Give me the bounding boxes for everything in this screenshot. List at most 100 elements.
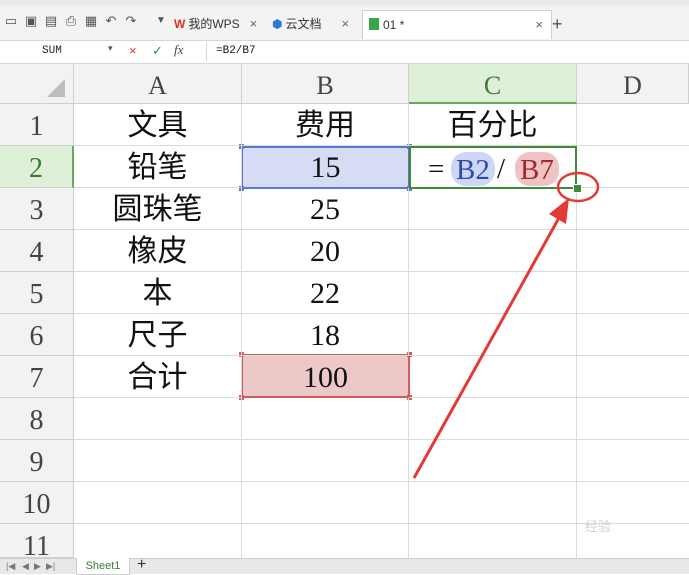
row-header-3[interactable]: 3	[0, 188, 74, 230]
tab-label: 云文档	[285, 17, 322, 31]
cell-b1[interactable]: 费用	[242, 104, 409, 146]
cell-b2[interactable]: 15	[242, 146, 409, 188]
fill-handle[interactable]	[573, 184, 582, 193]
cell-d6[interactable]	[577, 314, 689, 356]
first-sheet-icon[interactable]: |◀	[6, 561, 15, 572]
cell-a3[interactable]: 圆珠笔	[74, 188, 242, 230]
column-header-d[interactable]: D	[577, 64, 689, 104]
next-sheet-icon[interactable]: ▶	[34, 561, 41, 572]
plus-icon: +	[552, 14, 563, 34]
formula-bar: SUM ▾ × ✓ fx =B2/B7	[0, 41, 689, 64]
cell-d9[interactable]	[577, 440, 689, 482]
cell-d5[interactable]	[577, 272, 689, 314]
cell-a7[interactable]: 合计	[74, 356, 242, 398]
cell-d3[interactable]	[577, 188, 689, 230]
spreadsheet-icon	[369, 18, 379, 30]
cell-b6[interactable]: 18	[242, 314, 409, 356]
close-icon[interactable]: ×	[342, 16, 350, 31]
cell-d8[interactable]	[577, 398, 689, 440]
row-header-9[interactable]: 9	[0, 440, 74, 482]
chevron-down-icon[interactable]: ▾	[108, 44, 113, 54]
cell-c5[interactable]	[409, 272, 577, 314]
cell-a8[interactable]	[74, 398, 242, 440]
cell-c6[interactable]	[409, 314, 577, 356]
cell-a9[interactable]	[74, 440, 242, 482]
new-tab-button[interactable]: +	[552, 12, 563, 36]
cell-d1[interactable]	[577, 104, 689, 146]
undo-icon[interactable]: ↶	[102, 12, 120, 30]
last-sheet-icon[interactable]: ▶|	[46, 561, 55, 572]
cell-c1[interactable]: 百分比	[409, 104, 577, 146]
cell-b5[interactable]: 22	[242, 272, 409, 314]
name-box[interactable]: SUM ▾	[4, 43, 114, 60]
select-all-corner[interactable]	[0, 64, 74, 104]
cell-d4[interactable]	[577, 230, 689, 272]
close-icon[interactable]: ×	[250, 16, 258, 31]
row-header-7[interactable]: 7	[0, 356, 74, 398]
print-preview-icon[interactable]: ▤	[42, 12, 60, 30]
tab-cloud-docs[interactable]: ⬢ 云文档 ×	[272, 12, 349, 36]
cell-b11[interactable]	[242, 524, 409, 558]
cloud-icon: ⬢	[272, 17, 283, 31]
cell-b10[interactable]	[242, 482, 409, 524]
close-icon[interactable]: ×	[535, 11, 543, 39]
open-icon[interactable]: ▭	[2, 12, 20, 30]
cell-formula-editor[interactable]: = B2 / B7	[411, 148, 579, 191]
row-header-10[interactable]: 10	[0, 482, 74, 524]
active-cell-c2[interactable]: = B2 / B7	[409, 146, 577, 189]
cell-a6[interactable]: 尺子	[74, 314, 242, 356]
confirm-formula-button[interactable]: ✓	[152, 43, 163, 59]
formula-reference-b2: B2	[451, 152, 495, 186]
cell-d2[interactable]	[577, 146, 689, 188]
cell-c8[interactable]	[409, 398, 577, 440]
prev-sheet-icon[interactable]: ◀	[22, 561, 29, 572]
column-header-a[interactable]: A	[74, 64, 242, 104]
cell-a2[interactable]: 铅笔	[74, 146, 242, 188]
row-header-4[interactable]: 4	[0, 230, 74, 272]
name-box-value: SUM	[42, 45, 62, 57]
cell-c9[interactable]	[409, 440, 577, 482]
redo-icon[interactable]: ↷	[122, 12, 140, 30]
row-header-11[interactable]: 11	[0, 524, 74, 562]
print-icon[interactable]: ⎙	[62, 12, 80, 30]
cancel-formula-button[interactable]: ×	[129, 43, 137, 58]
cell-a10[interactable]	[74, 482, 242, 524]
cell-b8[interactable]	[242, 398, 409, 440]
cell-c10[interactable]	[409, 482, 577, 524]
formula-divide-operator: /	[497, 153, 506, 185]
wps-logo-icon: W	[174, 17, 186, 31]
cell-a1[interactable]: 文具	[74, 104, 242, 146]
cell-b3[interactable]: 25	[242, 188, 409, 230]
save-icon[interactable]: ▣	[22, 12, 40, 30]
export-icon[interactable]: ▦	[82, 12, 100, 30]
cell-c4[interactable]	[409, 230, 577, 272]
more-dropdown-icon[interactable]: ▼	[152, 12, 170, 30]
row-header-6[interactable]: 6	[0, 314, 74, 356]
tab-label: 我的WPS	[188, 17, 240, 31]
cell-d7[interactable]	[577, 356, 689, 398]
cell-a5[interactable]: 本	[74, 272, 242, 314]
add-sheet-button[interactable]: +	[137, 556, 146, 574]
sheet-tab-sheet1[interactable]: Sheet1	[76, 558, 130, 575]
cell-c7[interactable]	[409, 356, 577, 398]
row-header-1[interactable]: 1	[0, 104, 74, 146]
row-header-5[interactable]: 5	[0, 272, 74, 314]
tab-workbook-01[interactable]: 01 * ×	[362, 10, 552, 39]
cell-a11[interactable]	[74, 524, 242, 558]
column-header-b[interactable]: B	[242, 64, 409, 104]
title-toolbar: ▭ ▣ ▤ ⎙ ▦ ↶ ↷ ▼ W 我的WPS × ⬢ 云文档 × 01 * × +	[0, 0, 689, 41]
spreadsheet-grid: A B C D 1 2 3 4 5 6 7 8 9 10 11 文具 费用 百分…	[0, 64, 689, 562]
row-header-2[interactable]: 2	[0, 146, 74, 188]
row-header-8[interactable]: 8	[0, 398, 74, 440]
cell-b4[interactable]: 20	[242, 230, 409, 272]
cell-b7[interactable]: 100	[242, 356, 409, 398]
insert-function-button[interactable]: fx	[174, 42, 183, 58]
tab-my-wps[interactable]: W 我的WPS ×	[174, 12, 257, 36]
cell-a4[interactable]: 橡皮	[74, 230, 242, 272]
toolbar-top-strip	[0, 0, 689, 6]
cell-c3[interactable]	[409, 188, 577, 230]
column-header-c[interactable]: C	[409, 64, 577, 104]
cell-c11[interactable]	[409, 524, 577, 558]
formula-input[interactable]: =B2/B7	[206, 42, 687, 61]
cell-b9[interactable]	[242, 440, 409, 482]
